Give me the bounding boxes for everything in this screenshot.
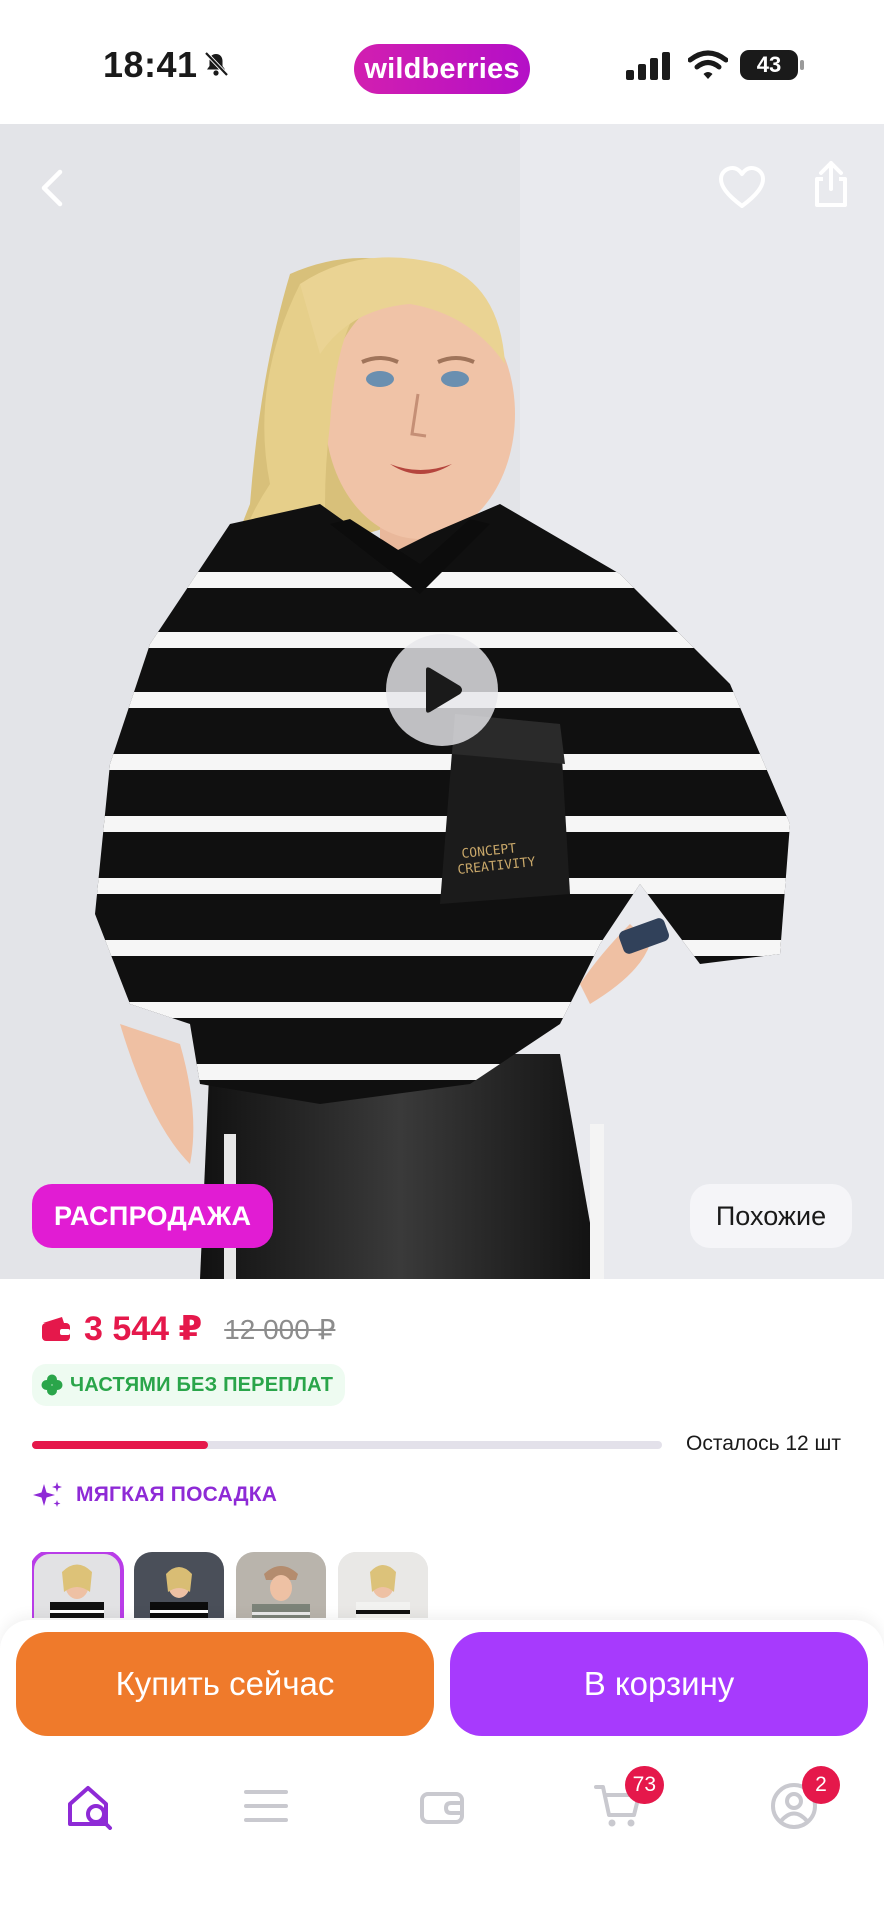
cart-count-badge: 73 [624,1766,664,1804]
thumbnail[interactable] [236,1552,326,1618]
buy-now-button[interactable]: Купить сейчас [16,1632,434,1736]
tab-profile[interactable]: 2 [764,1766,840,1836]
bottom-tab-bar: 73 2 [0,1740,884,1920]
home-search-icon [68,1786,112,1830]
installment-label: ЧАСТЯМИ БЕЗ ПЕРЕПЛАТ [70,1373,334,1396]
brand-logo: wildberries [354,44,530,94]
bell-off-icon [204,51,229,77]
thumbnail[interactable] [32,1552,124,1618]
current-price: 3 544 ₽ [84,1310,203,1348]
product-gallery[interactable]: CONCEPT CREATIVITY РАСПРОДАЖА Похожие [0,124,884,1279]
back-arrow-icon [41,169,63,207]
thumbnail[interactable] [338,1552,428,1618]
stock-progress-bar [32,1441,662,1449]
share-button[interactable] [803,156,859,212]
status-bar: 18:41 wildberries 43 [0,0,884,124]
old-price: 12 000 ₽ [224,1313,336,1345]
thumbnail[interactable] [134,1552,224,1618]
play-icon [426,667,462,713]
profile-notification-badge: 2 [802,1766,840,1804]
stock-progress-fill [32,1441,209,1449]
fit-label: МЯГКАЯ ПОСАДКА [76,1483,278,1506]
wifi-icon [688,50,728,79]
fit-tag[interactable]: МЯГКАЯ ПОСАДКА [32,1480,277,1510]
similar-products-button[interactable]: Похожие [690,1184,852,1248]
stock-remaining: Осталось 12 шт [686,1432,841,1455]
clover-icon [41,1374,63,1396]
heart-icon [719,166,765,208]
action-bar: Купить сейчас В корзину [0,1620,884,1740]
cellular-signal-icon [626,52,670,80]
installment-badge[interactable]: ЧАСТЯМИ БЕЗ ПЕРЕПЛАТ [32,1364,346,1406]
status-time: 18:41 [103,44,198,85]
sparkles-icon [33,1482,62,1507]
share-icon [815,161,847,207]
back-button[interactable] [24,160,80,216]
price-row: 3 544 ₽ 12 000 ₽ [40,1306,335,1352]
add-to-cart-button[interactable]: В корзину [450,1632,868,1736]
tab-home[interactable] [60,1776,120,1836]
sale-badge[interactable]: РАСПРОДАЖА [32,1184,274,1248]
tab-cart[interactable]: 73 [588,1766,664,1836]
thumbnail-strip [32,1552,428,1618]
wallet-icon [420,1792,464,1824]
catalog-menu-icon [244,1790,288,1822]
battery-icon: 43 [740,50,804,80]
play-video-button[interactable] [386,634,498,746]
favorite-button[interactable] [714,160,770,216]
tab-catalog[interactable] [236,1776,296,1836]
wallet-price-icon [42,1317,70,1341]
tab-wallet[interactable] [412,1776,472,1836]
